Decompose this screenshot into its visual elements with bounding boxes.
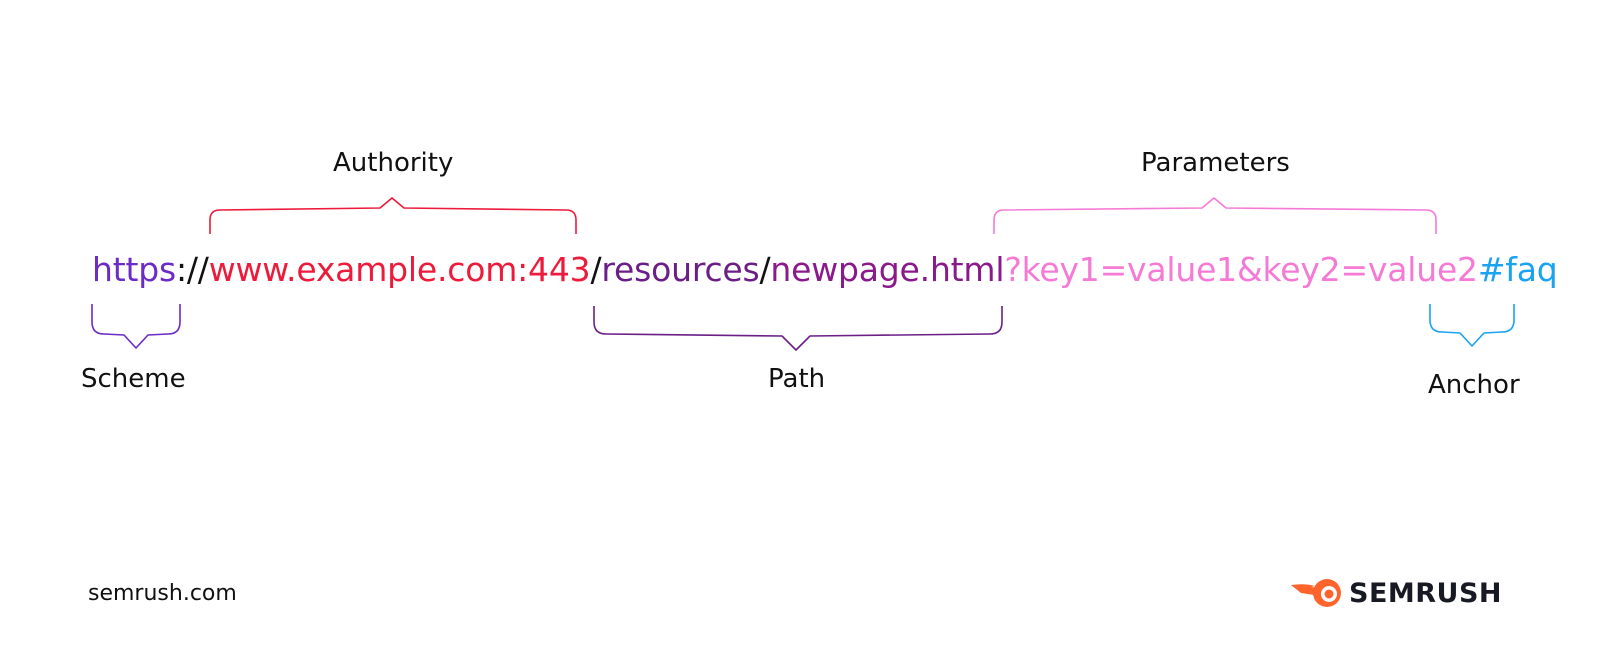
semrush-flame-icon [1291, 573, 1343, 615]
url-structure-diagram: https://www.example.com:443/resources/ne… [0, 0, 1600, 649]
label-parameters: Parameters [1141, 148, 1290, 178]
anchor-brace [1429, 304, 1515, 347]
braces-layer [91, 197, 1515, 351]
label-authority: Authority [333, 148, 454, 178]
label-path: Path [768, 364, 826, 394]
semrush-logo: SEMRUSH [1291, 572, 1502, 616]
authority-brace [209, 197, 577, 234]
scheme-brace [91, 304, 181, 349]
path-brace [593, 306, 1003, 351]
label-scheme: Scheme [81, 364, 186, 394]
parameters-brace [993, 197, 1437, 234]
footer-domain: semrush.com [88, 581, 237, 606]
label-anchor: Anchor [1428, 370, 1520, 400]
semrush-wordmark: SEMRUSH [1349, 578, 1503, 609]
